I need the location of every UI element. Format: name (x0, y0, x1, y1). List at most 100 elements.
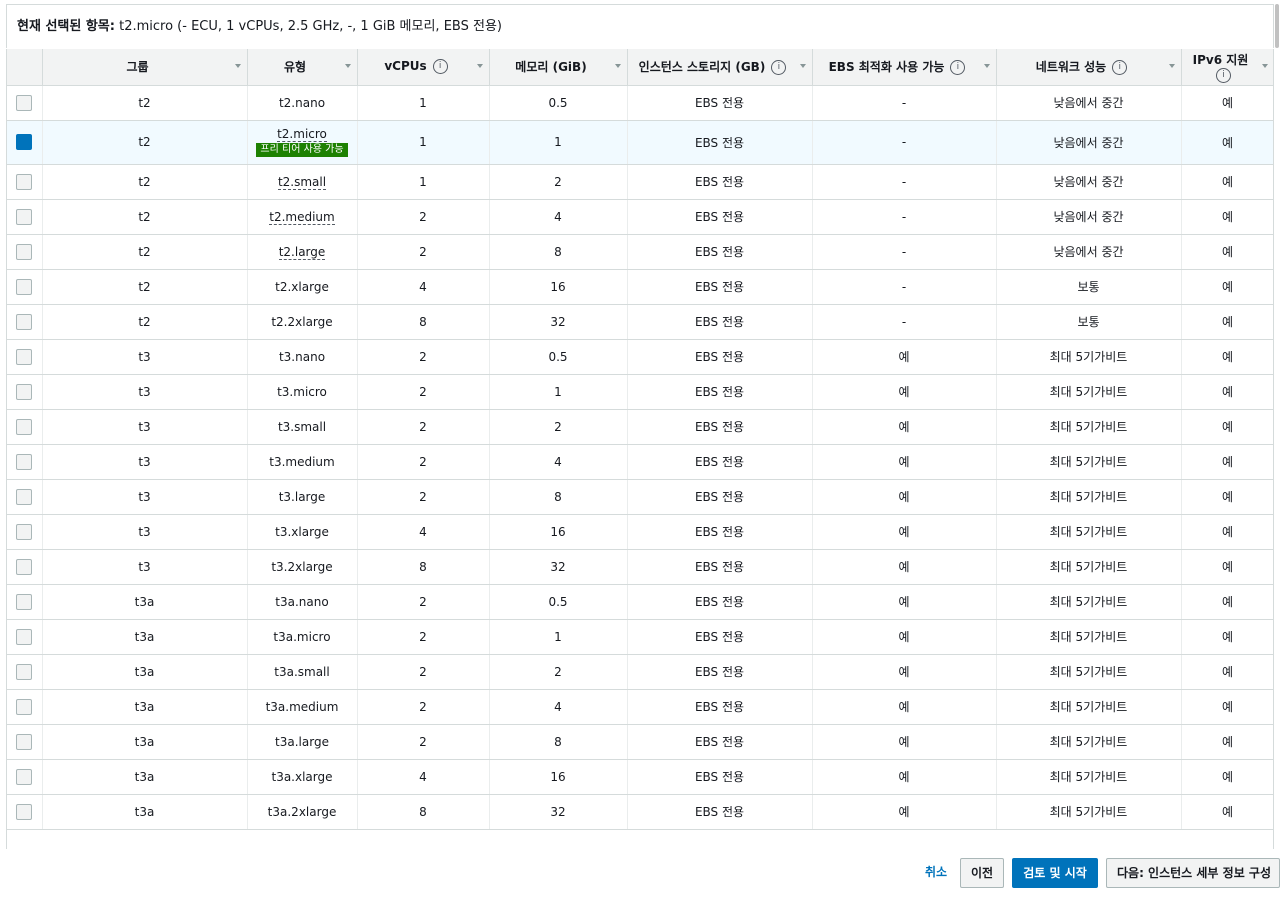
sort-caret-icon[interactable] (234, 64, 241, 68)
cell-ipv6-value: 예 (1221, 735, 1234, 749)
info-icon[interactable]: i (1112, 60, 1128, 76)
cell-memory: 1 (489, 374, 628, 410)
cell-ipv6-value: 예 (1221, 245, 1234, 259)
row-checkbox[interactable] (16, 768, 33, 785)
column-header-0[interactable]: 그룹 (42, 49, 248, 86)
cell-network-value: 보통 (1077, 280, 1100, 294)
table-row[interactable]: t3 t3.2xlarge 8 32 EBS 전용 예 최대 5기가비트 예 (7, 549, 1273, 585)
row-checkbox[interactable] (16, 313, 33, 330)
row-checkbox[interactable] (16, 523, 33, 540)
table-row[interactable]: t3 t3.micro 2 1 EBS 전용 예 최대 5기가비트 예 (7, 374, 1273, 410)
row-checkbox[interactable] (16, 733, 33, 750)
table-row[interactable]: t2 t2.large 2 8 EBS 전용 - 낮음에서 중간 예 (7, 234, 1273, 270)
column-header-7[interactable]: IPv6 지원i (1181, 49, 1273, 86)
table-row[interactable]: t3a t3a.nano 2 0.5 EBS 전용 예 최대 5기가비트 예 (7, 584, 1273, 620)
cell-group-value: t3 (138, 454, 151, 469)
row-checkbox[interactable] (16, 453, 33, 470)
row-checkbox[interactable] (16, 383, 33, 400)
table-row[interactable]: t2 t2.nano 1 0.5 EBS 전용 - 낮음에서 중간 예 (7, 85, 1273, 121)
cell-type: t3a.xlarge (247, 759, 358, 795)
row-checkbox[interactable] (16, 488, 33, 505)
table-row[interactable]: t2 t2.2xlarge 8 32 EBS 전용 - 보통 예 (7, 304, 1273, 340)
cell-memory-value: 32 (550, 314, 566, 329)
cell-vcpu: 2 (357, 654, 490, 690)
table-row[interactable]: t3 t3.xlarge 4 16 EBS 전용 예 최대 5기가비트 예 (7, 514, 1273, 550)
cell-network-value: 최대 5기가비트 (1049, 700, 1128, 714)
cell-vcpu-value: 1 (419, 174, 427, 189)
scrollbar-thumb[interactable] (1275, 4, 1279, 48)
table-row[interactable]: t2 t2.small 1 2 EBS 전용 - 낮음에서 중간 예 (7, 164, 1273, 200)
table-row[interactable]: t3 t3.small 2 2 EBS 전용 예 최대 5기가비트 예 (7, 409, 1273, 445)
review-and-launch-button[interactable]: 검토 및 시작 (1012, 858, 1098, 888)
table-row[interactable]: t3 t3.large 2 8 EBS 전용 예 최대 5기가비트 예 (7, 479, 1273, 515)
cell-ebs: 예 (812, 339, 997, 375)
row-checkbox[interactable] (16, 208, 33, 225)
row-select-cell (7, 444, 43, 480)
row-checkbox[interactable] (16, 134, 33, 150)
table-row[interactable]: t3a t3a.large 2 8 EBS 전용 예 최대 5기가비트 예 (7, 724, 1273, 760)
cell-network: 보통 (996, 304, 1182, 340)
cell-ipv6: 예 (1181, 85, 1273, 121)
column-header-4[interactable]: 인스턴스 스토리지 (GB) i (627, 49, 813, 86)
row-checkbox[interactable] (16, 243, 33, 260)
sort-caret-icon[interactable] (1261, 64, 1268, 68)
cell-ipv6-value: 예 (1221, 560, 1234, 574)
row-checkbox[interactable] (16, 94, 33, 111)
row-select-cell (7, 374, 43, 410)
instance-type-table-container[interactable]: 그룹 유형 vCPUs i 메모리 (GiB) 인스턴스 스토리지 (GB) i EBS 최적… (6, 49, 1274, 849)
sort-caret-icon[interactable] (1168, 64, 1175, 68)
row-checkbox[interactable] (16, 593, 33, 610)
cell-type-value: t3.medium (269, 454, 335, 469)
row-checkbox[interactable] (16, 803, 33, 820)
cell-storage-value: EBS 전용 (694, 245, 745, 259)
cell-ipv6-value: 예 (1221, 350, 1234, 364)
sort-caret-icon[interactable] (344, 64, 351, 68)
table-row[interactable]: t2 t2.medium 2 4 EBS 전용 - 낮음에서 중간 예 (7, 199, 1273, 235)
info-icon[interactable]: i (950, 60, 966, 76)
info-icon[interactable]: i (432, 59, 448, 75)
row-checkbox[interactable] (16, 698, 33, 715)
row-checkbox[interactable] (16, 173, 33, 190)
previous-button[interactable]: 이전 (960, 858, 1004, 888)
table-row[interactable]: t3a t3a.small 2 2 EBS 전용 예 최대 5기가비트 예 (7, 654, 1273, 690)
table-row[interactable]: t3a t3a.medium 2 4 EBS 전용 예 최대 5기가비트 예 (7, 689, 1273, 725)
cell-ipv6-value: 예 (1221, 525, 1234, 539)
column-header-5[interactable]: EBS 최적화 사용 가능 i (812, 49, 997, 86)
sort-caret-icon[interactable] (799, 64, 806, 68)
sort-caret-icon[interactable] (983, 64, 990, 68)
cell-memory: 8 (489, 479, 628, 515)
column-header-2[interactable]: vCPUs i (357, 49, 490, 86)
cell-storage-value: EBS 전용 (694, 135, 745, 150)
table-row[interactable]: t3a t3a.xlarge 4 16 EBS 전용 예 최대 5기가비트 예 (7, 759, 1273, 795)
sort-caret-icon[interactable] (476, 64, 483, 68)
table-row[interactable]: t3a t3a.micro 2 1 EBS 전용 예 최대 5기가비트 예 (7, 619, 1273, 655)
cell-storage-value: EBS 전용 (694, 455, 745, 469)
row-checkbox[interactable] (16, 558, 33, 575)
row-checkbox[interactable] (16, 663, 33, 680)
info-icon[interactable]: i (771, 60, 787, 76)
table-row[interactable]: t3a t3a.2xlarge 8 32 EBS 전용 예 최대 5기가비트 예 (7, 794, 1273, 830)
row-checkbox[interactable] (16, 628, 33, 645)
info-icon[interactable]: i (1216, 67, 1231, 83)
next-configure-instance-button[interactable]: 다음: 인스턴스 세부 정보 구성 (1106, 858, 1280, 888)
page-scrollbar[interactable] (1274, 4, 1280, 48)
row-checkbox[interactable] (16, 278, 33, 295)
sort-caret-icon[interactable] (614, 64, 621, 68)
cell-group-value: t2 (138, 135, 151, 149)
table-row[interactable]: t2 t2.xlarge 4 16 EBS 전용 - 보통 예 (7, 269, 1273, 305)
column-header-6[interactable]: 네트워크 성능 i (996, 49, 1182, 86)
cell-vcpu-value: 2 (419, 454, 427, 469)
column-header-3[interactable]: 메모리 (GiB) (489, 49, 628, 86)
row-checkbox[interactable] (16, 348, 33, 365)
cell-ipv6: 예 (1181, 164, 1273, 200)
column-header-1[interactable]: 유형 (247, 49, 358, 86)
cell-ipv6-value: 예 (1221, 420, 1234, 434)
cell-memory-value: 4 (554, 454, 562, 469)
table-row[interactable]: t2 t2.micro 프리 티어 사용 가능 1 1 EBS 전용 - 낮음에서 중간 예 (7, 120, 1273, 165)
cell-ebs-value: 예 (898, 420, 910, 434)
table-row[interactable]: t3 t3.medium 2 4 EBS 전용 예 최대 5기가비트 예 (7, 444, 1273, 480)
row-select-cell (7, 269, 43, 305)
cancel-button[interactable]: 취소 (916, 858, 956, 888)
row-checkbox[interactable] (16, 418, 33, 435)
table-row[interactable]: t3 t3.nano 2 0.5 EBS 전용 예 최대 5기가비트 예 (7, 339, 1273, 375)
